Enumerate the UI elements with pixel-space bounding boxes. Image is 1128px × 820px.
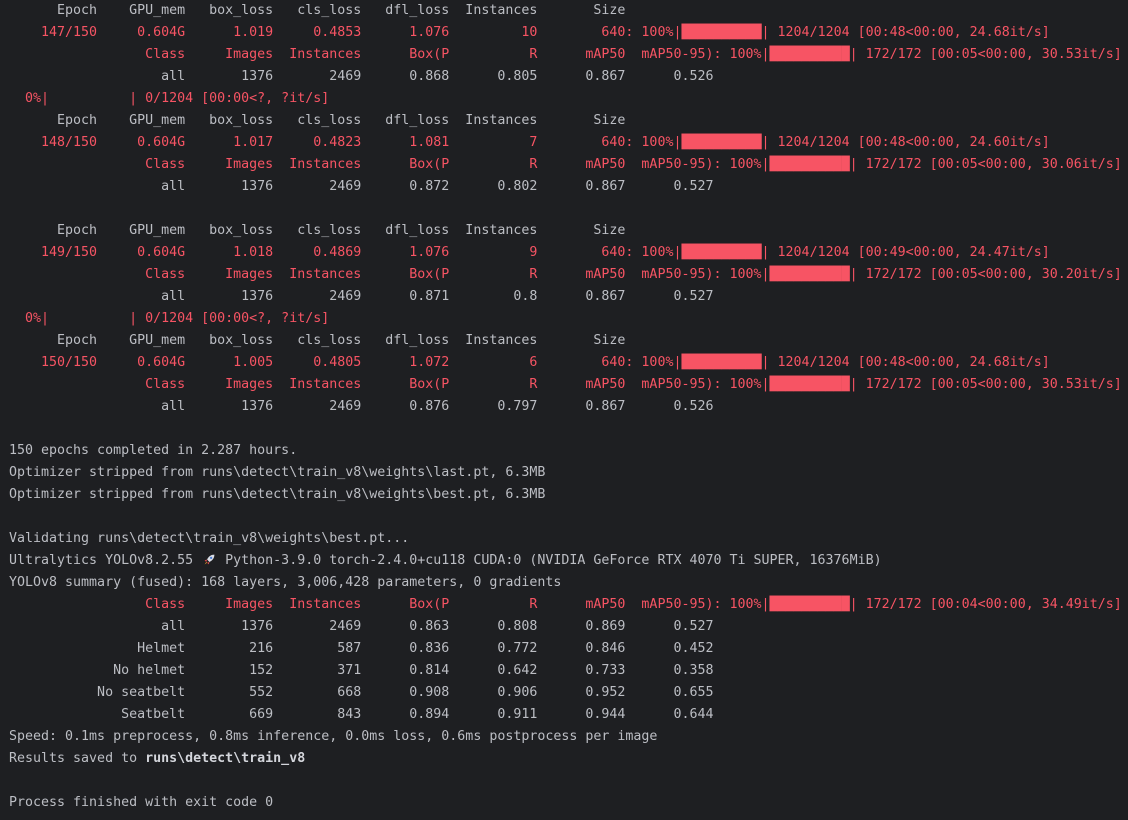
console-text: | 1204/1204 [00:48<00:00, 24.68it/s] — [761, 25, 1050, 40]
console-text: | 172/172 [00:05<00:00, 30.20it/s] — [849, 267, 1122, 282]
console-line: Seatbelt 669 843 0.894 0.911 0.944 0.644 — [9, 704, 1128, 726]
console-text: Class Images Instances Box(P R mAP50 mAP… — [9, 47, 770, 62]
console-line: Epoch GPU_mem box_loss cls_loss dfl_loss… — [9, 110, 1128, 132]
console-text: Optimizer stripped from runs\detect\trai… — [9, 487, 546, 502]
progress-bar: ██████████ — [769, 597, 850, 612]
console-text: YOLOv8 summary (fused): 168 layers, 3,00… — [9, 575, 562, 590]
console-text: Class Images Instances Box(P R mAP50 mAP… — [9, 157, 770, 172]
console-text: | 172/172 [00:05<00:00, 30.06it/s] — [849, 157, 1122, 172]
console-text: | 172/172 [00:04<00:00, 34.49it/s] — [849, 597, 1122, 612]
console-line: 149/150 0.604G 1.018 0.4869 1.076 9 640:… — [9, 242, 1128, 264]
console-line: Results saved to runs\detect\train_v8 — [9, 748, 1128, 770]
progress-bar: ██████████ — [681, 135, 762, 150]
console-text: Seatbelt 669 843 0.894 0.911 0.944 0.644 — [9, 707, 714, 722]
console-text: all 1376 2469 0.868 0.805 0.867 0.526 — [9, 69, 714, 84]
console-line: Speed: 0.1ms preprocess, 0.8ms inference… — [9, 726, 1128, 748]
console-text: Class Images Instances Box(P R mAP50 mAP… — [9, 597, 770, 612]
console-text: Speed: 0.1ms preprocess, 0.8ms inference… — [9, 729, 658, 744]
console-line: Validating runs\detect\train_v8\weights\… — [9, 528, 1128, 550]
progress-bar: ██████████ — [681, 245, 762, 260]
console-line: Process finished with exit code 0 — [9, 792, 1128, 814]
console-line: all 1376 2469 0.863 0.808 0.869 0.527 — [9, 616, 1128, 638]
console-line: Helmet 216 587 0.836 0.772 0.846 0.452 — [9, 638, 1128, 660]
console-text: Epoch GPU_mem box_loss cls_loss dfl_loss… — [9, 333, 626, 348]
console-text: Validating runs\detect\train_v8\weights\… — [9, 531, 410, 546]
progress-bar: ██████████ — [681, 25, 762, 40]
console-text: | 1204/1204 [00:48<00:00, 24.60it/s] — [761, 135, 1050, 150]
console-text: Epoch GPU_mem box_loss cls_loss dfl_loss… — [9, 113, 626, 128]
console-line: Class Images Instances Box(P R mAP50 mAP… — [9, 374, 1128, 396]
console-text: all 1376 2469 0.872 0.802 0.867 0.527 — [9, 179, 714, 194]
console-line: Class Images Instances Box(P R mAP50 mAP… — [9, 44, 1128, 66]
console-text: Epoch GPU_mem box_loss cls_loss dfl_loss… — [9, 3, 626, 18]
console-line: Ultralytics YOLOv8.2.55 Python-3.9.0 tor… — [9, 550, 1128, 572]
console-text: all 1376 2469 0.876 0.797 0.867 0.526 — [9, 399, 714, 414]
console-text: | 172/172 [00:05<00:00, 30.53it/s] — [849, 47, 1122, 62]
console-text: Class Images Instances Box(P R mAP50 mAP… — [9, 267, 770, 282]
console-line: all 1376 2469 0.876 0.797 0.867 0.526 — [9, 396, 1128, 418]
console-text: Helmet 216 587 0.836 0.772 0.846 0.452 — [9, 641, 714, 656]
console-line: No helmet 152 371 0.814 0.642 0.733 0.35… — [9, 660, 1128, 682]
console-text: all 1376 2469 0.871 0.8 0.867 0.527 — [9, 289, 714, 304]
progress-bar: ██████████ — [769, 267, 850, 282]
console-line: all 1376 2469 0.871 0.8 0.867 0.527 — [9, 286, 1128, 308]
console-line: YOLOv8 summary (fused): 168 layers, 3,00… — [9, 572, 1128, 594]
console-text: Epoch GPU_mem box_loss cls_loss dfl_loss… — [9, 223, 626, 238]
console-text: No seatbelt 552 668 0.908 0.906 0.952 0.… — [9, 685, 714, 700]
console-text: Python-3.9.0 torch-2.4.0+cu118 CUDA:0 (N… — [217, 553, 882, 568]
console-text: 0%| | 0/1204 [00:00<?, ?it/s] — [9, 311, 330, 326]
console-line: 150/150 0.604G 1.005 0.4805 1.072 6 640:… — [9, 352, 1128, 374]
console-text: | 1204/1204 [00:48<00:00, 24.68it/s] — [761, 355, 1050, 370]
console-line: Optimizer stripped from runs\detect\trai… — [9, 484, 1128, 506]
console-line: 0%| | 0/1204 [00:00<?, ?it/s] — [9, 88, 1128, 110]
console-text: 150/150 0.604G 1.005 0.4805 1.072 6 640:… — [9, 355, 682, 370]
console-text: No helmet 152 371 0.814 0.642 0.733 0.35… — [9, 663, 714, 678]
console-line: Epoch GPU_mem box_loss cls_loss dfl_loss… — [9, 330, 1128, 352]
console-text: 0%| | 0/1204 [00:00<?, ?it/s] — [9, 91, 330, 106]
console-line: Class Images Instances Box(P R mAP50 mAP… — [9, 264, 1128, 286]
results-path: runs\detect\train_v8 — [145, 751, 306, 766]
console-text: Process finished with exit code 0 — [9, 795, 274, 810]
console-text: | 1204/1204 [00:49<00:00, 24.47it/s] — [761, 245, 1050, 260]
progress-bar: ██████████ — [769, 47, 850, 62]
run-console-output[interactable]: Epoch GPU_mem box_loss cls_loss dfl_loss… — [0, 0, 1128, 814]
progress-bar: ██████████ — [769, 377, 850, 392]
console-text: Results saved to — [9, 751, 146, 766]
console-line: Epoch GPU_mem box_loss cls_loss dfl_loss… — [9, 0, 1128, 22]
console-line: Optimizer stripped from runs\detect\trai… — [9, 462, 1128, 484]
console-text: 149/150 0.604G 1.018 0.4869 1.076 9 640:… — [9, 245, 682, 260]
console-text: | 172/172 [00:05<00:00, 30.53it/s] — [849, 377, 1122, 392]
console-text: 148/150 0.604G 1.017 0.4823 1.081 7 640:… — [9, 135, 682, 150]
rocket-icon — [201, 552, 217, 566]
console-line: No seatbelt 552 668 0.908 0.906 0.952 0.… — [9, 682, 1128, 704]
console-text: Optimizer stripped from runs\detect\trai… — [9, 465, 546, 480]
console-line: 147/150 0.604G 1.019 0.4853 1.076 10 640… — [9, 22, 1128, 44]
console-line: Class Images Instances Box(P R mAP50 mAP… — [9, 594, 1128, 616]
console-line: all 1376 2469 0.872 0.802 0.867 0.527 — [9, 176, 1128, 198]
console-line: Class Images Instances Box(P R mAP50 mAP… — [9, 154, 1128, 176]
progress-bar: ██████████ — [769, 157, 850, 172]
console-line: all 1376 2469 0.868 0.805 0.867 0.526 — [9, 66, 1128, 88]
console-text: 147/150 0.604G 1.019 0.4853 1.076 10 640… — [9, 25, 682, 40]
progress-bar: ██████████ — [681, 355, 762, 370]
console-text: Class Images Instances Box(P R mAP50 mAP… — [9, 377, 770, 392]
console-line: 0%| | 0/1204 [00:00<?, ?it/s] — [9, 308, 1128, 330]
console-line: 148/150 0.604G 1.017 0.4823 1.081 7 640:… — [9, 132, 1128, 154]
console-line: 150 epochs completed in 2.287 hours. — [9, 440, 1128, 462]
console-text: all 1376 2469 0.863 0.808 0.869 0.527 — [9, 619, 714, 634]
console-text: Ultralytics YOLOv8.2.55 — [9, 553, 202, 568]
console-text: 150 epochs completed in 2.287 hours. — [9, 443, 298, 458]
console-line: Epoch GPU_mem box_loss cls_loss dfl_loss… — [9, 220, 1128, 242]
